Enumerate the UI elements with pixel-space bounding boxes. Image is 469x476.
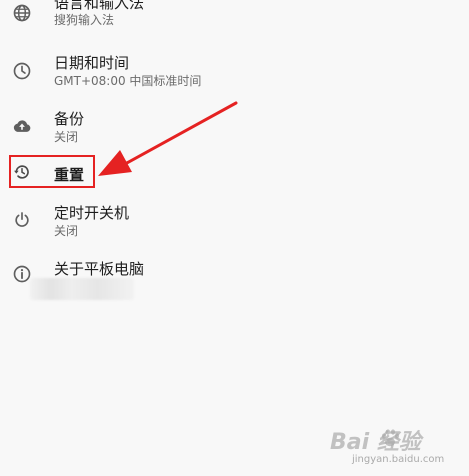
settings-item-datetime[interactable]: 日期和时间 GMT+08:00 中国标准时间 bbox=[0, 46, 469, 96]
paw-logo-icon bbox=[382, 429, 399, 447]
info-icon bbox=[12, 264, 32, 284]
settings-item-subtitle: 关闭 bbox=[54, 130, 79, 144]
settings-item-language[interactable]: 语言和输入法 搜狗输入法 bbox=[0, 0, 469, 44]
settings-item-subtitle: GMT+08:00 中国标准时间 bbox=[54, 74, 202, 88]
clock-icon bbox=[12, 61, 32, 81]
baidu-jingyan-watermark: Bai 经验 jingyan.baidu.com bbox=[330, 424, 462, 474]
watermark-brand: Bai 经验 bbox=[330, 430, 421, 455]
settings-item-title: 日期和时间 bbox=[54, 54, 130, 72]
power-schedule-icon bbox=[12, 210, 32, 230]
settings-item-scheduled-power[interactable]: 定时开关机 关闭 bbox=[0, 196, 469, 246]
highlight-box bbox=[9, 155, 95, 188]
settings-item-subtitle: 关闭 bbox=[54, 224, 79, 238]
settings-item-title: 关于平板电脑 bbox=[54, 260, 145, 278]
settings-item-title: 定时开关机 bbox=[54, 204, 130, 222]
cloud-upload-icon bbox=[12, 116, 32, 136]
blurred-redaction bbox=[30, 278, 134, 300]
settings-screen: 语言和输入法 搜狗输入法 日期和时间 GMT+08:00 中国标准时间 备份 关… bbox=[0, 0, 469, 476]
settings-item-backup[interactable]: 备份 关闭 bbox=[0, 100, 469, 150]
watermark-url: jingyan.baidu.com bbox=[352, 454, 445, 465]
settings-item-subtitle: 搜狗输入法 bbox=[54, 13, 115, 27]
settings-item-title: 备份 bbox=[54, 110, 85, 128]
globe-icon bbox=[12, 3, 32, 23]
